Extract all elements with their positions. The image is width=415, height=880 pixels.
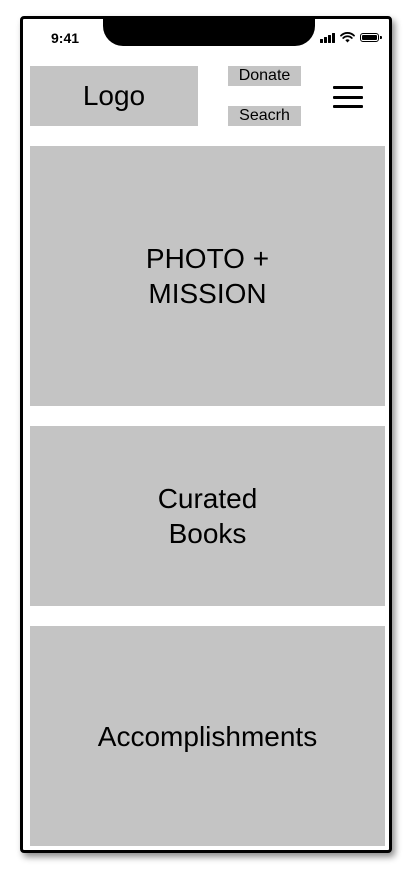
phone-frame: 9:41 Logo Donate Seacrh PHOTO + MISSION … [20,16,392,853]
battery-icon [360,33,382,42]
accomplishments-section[interactable]: Accomplishments [30,626,385,846]
search-button[interactable]: Seacrh [228,106,301,126]
wifi-icon [340,32,355,43]
hamburger-menu-icon[interactable] [333,86,363,108]
photo-mission-section: PHOTO + MISSION [30,146,385,406]
curated-books-section[interactable]: Curated Books [30,426,385,606]
notch [103,19,315,46]
logo[interactable]: Logo [30,66,198,126]
status-icons [320,32,382,43]
status-time: 9:41 [51,30,80,46]
signal-icon [320,32,335,43]
donate-button[interactable]: Donate [228,66,301,86]
